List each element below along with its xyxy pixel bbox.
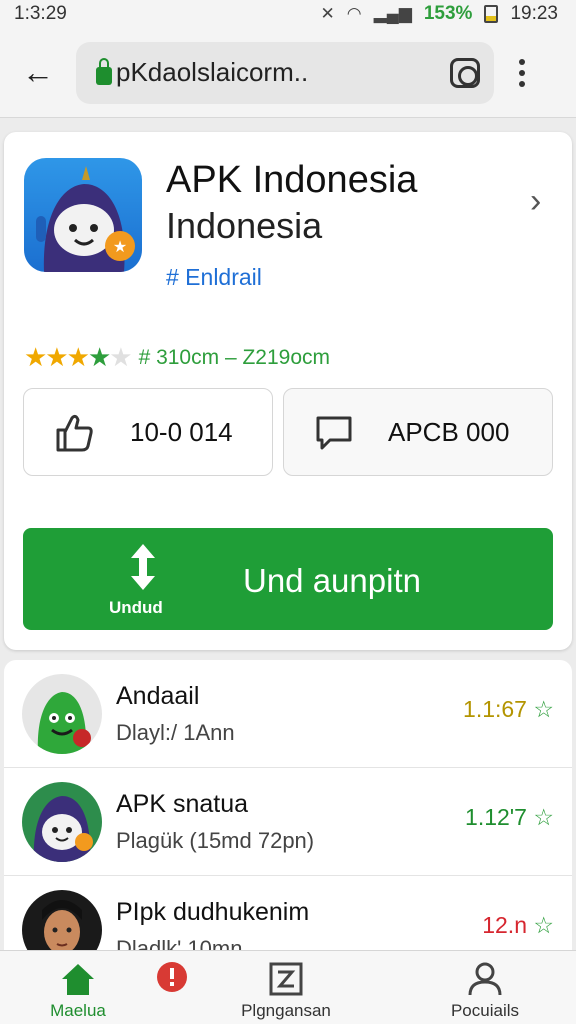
nav-item-profile[interactable]: Pocuiails <box>430 951 540 1024</box>
thumbs-up-icon <box>56 414 93 452</box>
signal-icon: ▂▄▆ <box>373 4 412 23</box>
nav-label: Pocuiails <box>450 1001 520 1020</box>
nav-label: Plgngansan <box>241 1001 331 1020</box>
url-field[interactable]: pKdaolslaicorm.. <box>76 41 494 104</box>
install-label: Und aunpitn <box>243 562 421 599</box>
nav-item-edit[interactable]: Plgngansan <box>216 951 356 1024</box>
nav-item-alert[interactable] <box>140 951 204 1024</box>
install-small-label: Undud <box>109 598 163 617</box>
star-outline-icon: ☆ <box>533 912 554 938</box>
bottom-navigation: Maelua Plgngansan Pocuiails <box>0 950 576 1024</box>
avatar <box>22 890 102 950</box>
battery-icon <box>484 5 499 23</box>
status-bar: 1:3:29 ✕ ◠ ▂▄▆ 153% 19:23 <box>0 0 576 28</box>
app-title: APK Indonesia <box>166 159 418 201</box>
star-outline-icon: ☆ <box>533 696 554 722</box>
app-card: ★ APK Indonesia Indonesia # Enldrail › ★… <box>4 132 572 650</box>
nav-label: Maelua <box>50 1001 106 1020</box>
mute-icon: ✕ <box>320 4 335 23</box>
likes-label: 10-0 014 <box>130 416 233 447</box>
home-icon <box>62 964 94 995</box>
comment-icon <box>316 416 352 450</box>
profile-icon <box>468 962 502 996</box>
list-item-meta: Dladlk' 10mn <box>116 936 243 950</box>
more-vertical-icon[interactable] <box>508 49 536 97</box>
avatar <box>22 674 102 754</box>
list-item[interactable]: APK snatua Plagük (15md 72pn) 1.12'7 ☆ <box>4 768 572 876</box>
status-clock-right: 19:23 <box>510 3 558 24</box>
nav-item-home[interactable]: Maelua <box>30 951 126 1024</box>
list-item-name: PIpk dudhukenim <box>116 898 310 926</box>
battery-percent: 153% <box>423 3 473 24</box>
reviews-button[interactable]: APCB 000 <box>283 388 553 476</box>
star-outline-icon: ☆ <box>533 804 554 830</box>
edit-icon <box>269 962 303 996</box>
rating-row: ★★★★★ # 310cm – Z219ocm <box>24 342 330 373</box>
list-item[interactable]: Andaail Dlayl:/ 1Ann 1.1:67 ☆ <box>4 660 572 768</box>
likes-button[interactable]: 10-0 014 <box>23 388 273 476</box>
list-item-rating-value: 1.1:67 <box>463 696 527 722</box>
updown-arrow-icon <box>131 544 155 590</box>
instagram-icon[interactable] <box>450 57 480 88</box>
list-item-name: Andaail <box>116 682 200 710</box>
alert-icon <box>157 962 187 992</box>
rating-text: # 310cm – Z219ocm <box>138 345 330 369</box>
list-item-rating-value: 12.n <box>482 912 527 938</box>
list-item-meta: Plagük (15md 72pn) <box>116 828 315 853</box>
wifi-icon: ◠ <box>346 4 362 23</box>
list-item-rating: 1.12'7 ☆ <box>465 804 554 831</box>
avatar <box>22 782 102 862</box>
app-icon[interactable]: ★ <box>24 158 142 272</box>
list-item-rating-value: 1.12'7 <box>465 804 527 830</box>
rating-stars: ★★★★★ <box>24 342 133 372</box>
app-subtitle: Indonesia <box>166 205 323 246</box>
list-item-meta: Dlayl:/ 1Ann <box>116 720 235 745</box>
reviews-label: APCB 000 <box>388 416 510 447</box>
list-item-name: APK snatua <box>116 790 249 818</box>
developer-link[interactable]: # Enldrail <box>166 264 262 291</box>
browser-toolbar: ← pKdaolslaicorm.. <box>0 28 576 118</box>
list-item-rating: 1.1:67 ☆ <box>463 696 554 723</box>
install-button[interactable]: Undud Und aunpitn <box>23 528 553 630</box>
status-time: 1:3:29 <box>14 3 67 24</box>
list-item-rating: 12.n ☆ <box>482 912 554 939</box>
back-arrow-icon[interactable]: ← <box>14 49 62 97</box>
app-list: Andaail Dlayl:/ 1Ann 1.1:67 ☆ APK snatua… <box>4 660 572 950</box>
lock-icon <box>96 57 112 85</box>
status-icons: ✕ ◠ ▂▄▆ 153% 19:23 <box>321 3 558 25</box>
svg-text:★: ★ <box>113 239 127 256</box>
list-item[interactable]: PIpk dudhukenim Dladlk' 10mn 12.n ☆ <box>4 876 572 950</box>
chevron-right-icon[interactable]: › <box>530 182 541 221</box>
url-text: pKdaolslaicorm.. <box>116 57 309 87</box>
